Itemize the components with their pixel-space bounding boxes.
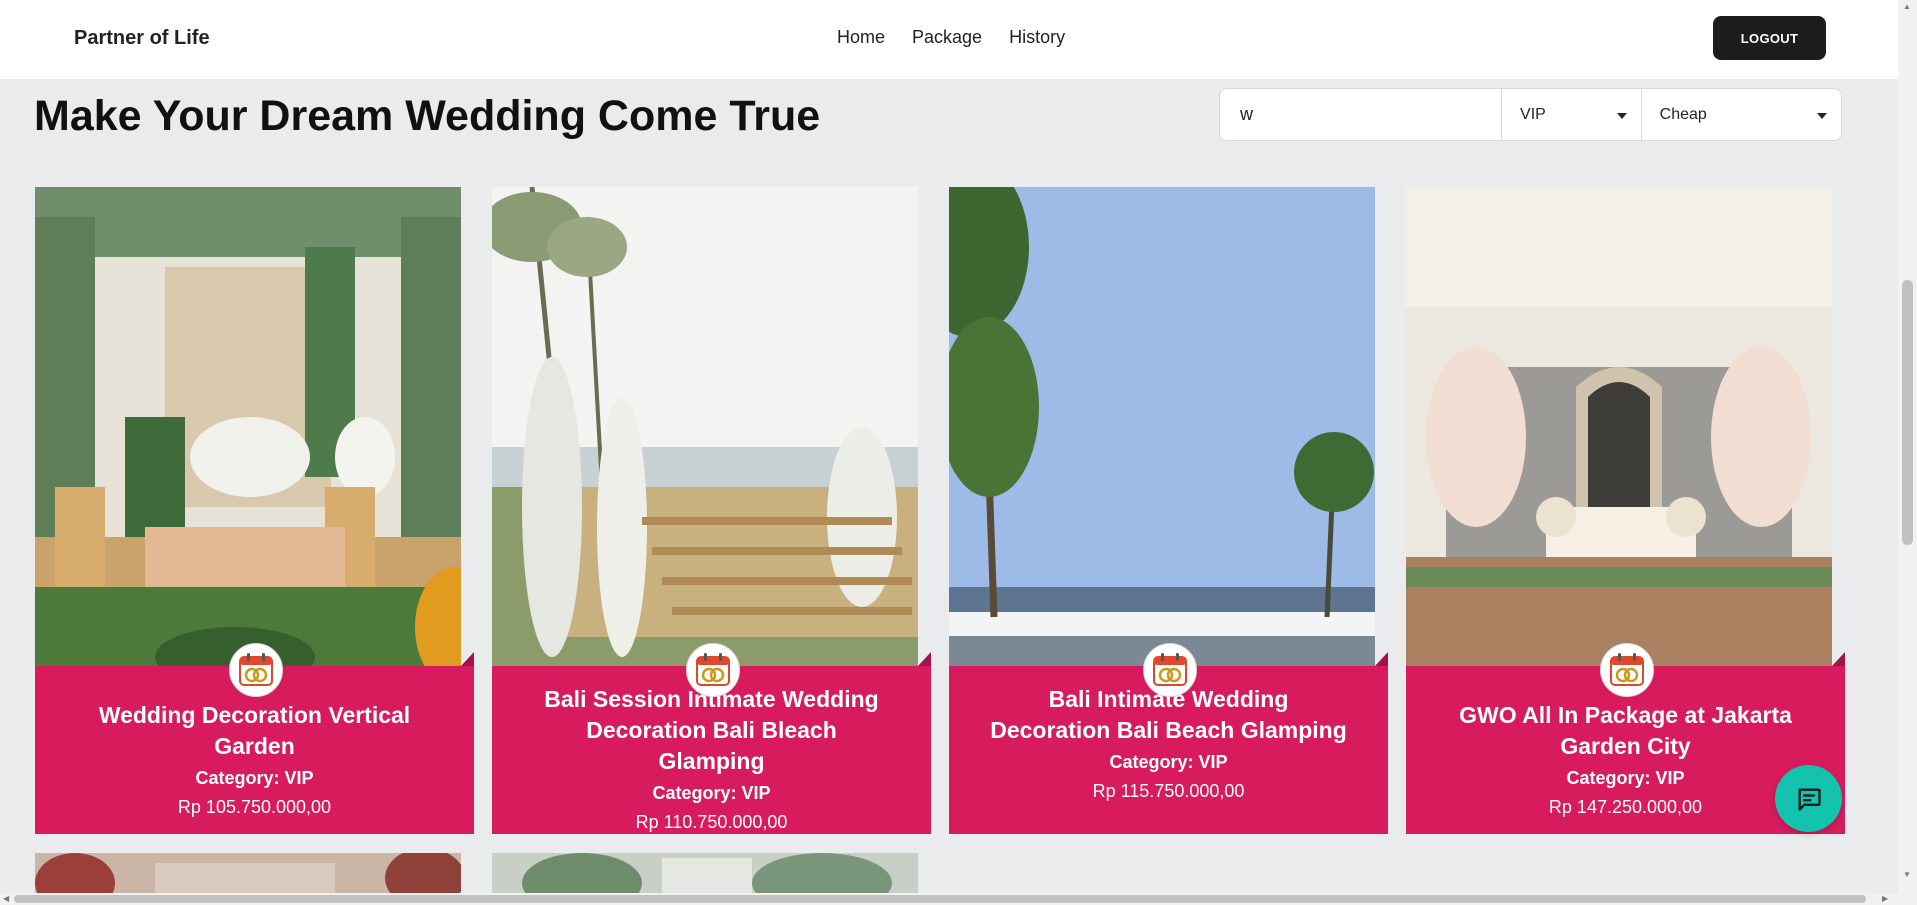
package-category: Category: VIP [195, 768, 314, 788]
horizontal-scrollbar-thumb[interactable] [14, 895, 1866, 903]
package-image [492, 187, 918, 666]
wedding-rings-calendar-icon [1143, 643, 1197, 697]
card-fold [1832, 652, 1845, 666]
card-fold [1375, 652, 1388, 666]
card-fold [461, 652, 474, 666]
package-card[interactable]: GWO All In Package at Jakarta Garden Cit… [1406, 187, 1845, 834]
package-card[interactable]: Wedding Decoration Vertical Garden Categ… [35, 187, 474, 834]
navbar: Partner of Life Home Package History LOG… [0, 0, 1898, 79]
caret-down-icon [1616, 113, 1627, 119]
vertical-scrollbar[interactable]: ▲ ▼ [1898, 0, 1917, 893]
package-category: Category: VIP [1109, 752, 1228, 772]
wedding-rings-calendar-icon [686, 643, 740, 697]
package-category: Category: VIP [652, 783, 771, 803]
scroll-left-arrow-icon[interactable]: ◀ [3, 894, 9, 903]
sort-select[interactable]: Cheap [1642, 89, 1841, 140]
package-card[interactable]: Bali Intimate Wedding Decoration Bali Be… [949, 187, 1388, 834]
wedding-rings-calendar-icon [1600, 643, 1654, 697]
scroll-right-arrow-icon[interactable]: ▶ [1882, 894, 1888, 903]
nav-link-history[interactable]: History [1009, 27, 1065, 48]
package-price: Rp 110.750.000,00 [635, 812, 788, 832]
package-price: Rp 105.750.000,00 [177, 797, 332, 817]
nav-link-home[interactable]: Home [837, 27, 885, 48]
wedding-rings-calendar-icon [229, 643, 283, 697]
caret-down-icon [1817, 113, 1827, 119]
nav-link-package[interactable]: Package [912, 27, 982, 48]
package-image [1406, 187, 1832, 666]
chat-bubble-icon [1798, 788, 1821, 811]
card-fold [918, 652, 931, 666]
package-price: Rp 115.750.000,00 [1092, 781, 1245, 801]
package-image [949, 187, 1375, 666]
search-input[interactable] [1220, 89, 1503, 140]
brand-name[interactable]: Partner of Life [74, 27, 210, 50]
logout-button[interactable]: LOGOUT [1713, 16, 1826, 60]
package-card[interactable]: Bali Session Intimate Wedding Decoration… [492, 187, 931, 834]
page-title: Make Your Dream Wedding Come True [34, 92, 821, 140]
chat-button[interactable] [1775, 765, 1842, 832]
category-select[interactable]: VIP [1502, 89, 1642, 140]
horizontal-scrollbar[interactable]: ◀ ▶ [0, 893, 1917, 905]
scroll-up-arrow-icon[interactable]: ▲ [1903, 2, 1911, 11]
filter-bar: VIP Cheap [1219, 88, 1842, 141]
scroll-down-arrow-icon[interactable]: ▼ [1903, 870, 1911, 879]
package-image [35, 187, 461, 666]
nav-links: Home Package History [837, 27, 1065, 48]
sort-select-value: Cheap [1659, 105, 1707, 123]
vertical-scrollbar-thumb[interactable] [1902, 280, 1913, 545]
category-select-value: VIP [1520, 105, 1546, 123]
